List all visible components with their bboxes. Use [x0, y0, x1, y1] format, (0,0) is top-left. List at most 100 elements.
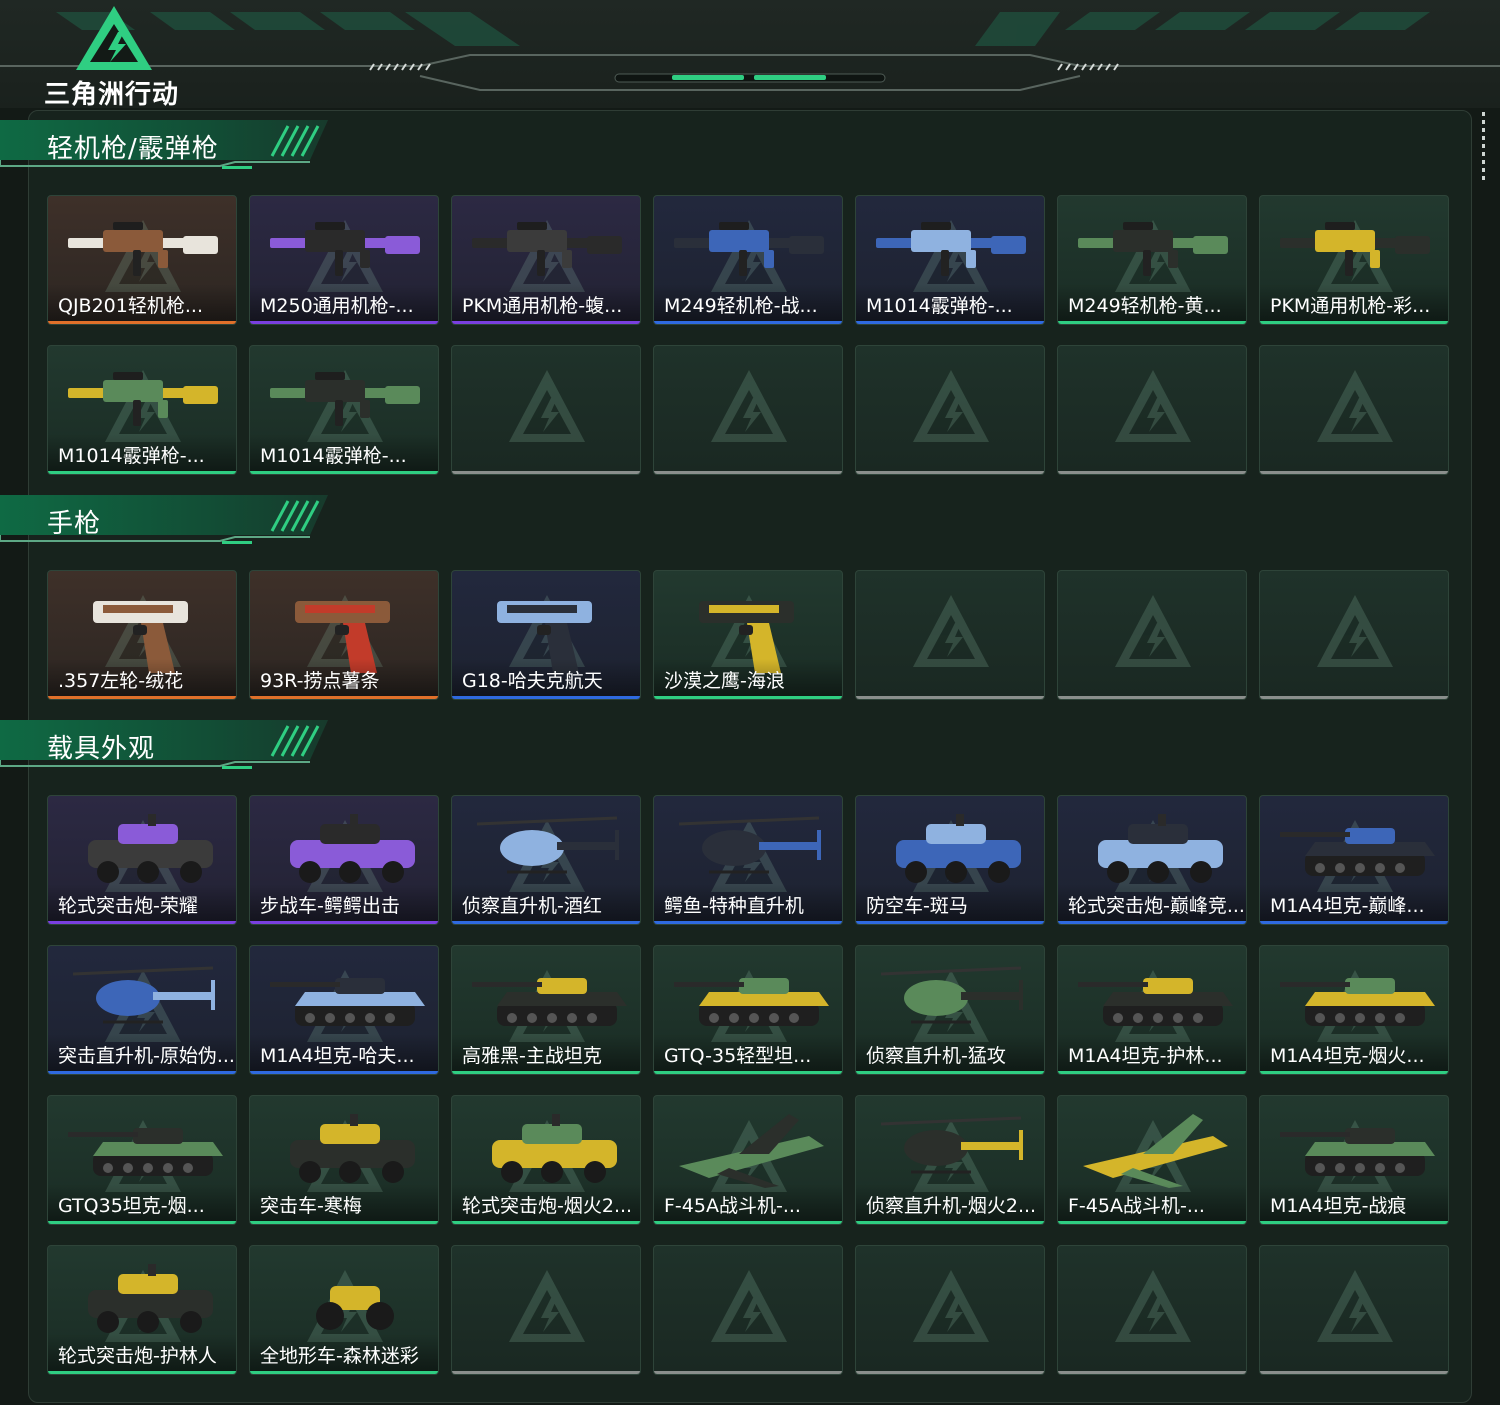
item-name: 93R-捞点薯条 — [260, 670, 380, 692]
placeholder-logo-icon — [1317, 595, 1393, 667]
weapon-thumbnail-icon — [68, 372, 218, 426]
rarity-bar — [654, 921, 842, 924]
item-card[interactable]: PKM通用机枪-彩... — [1259, 195, 1449, 325]
item-card[interactable]: M1A4坦克-烟火... — [1259, 945, 1449, 1075]
item-card[interactable]: 鳄鱼-特种直升机 — [653, 795, 843, 925]
item-card[interactable]: 侦察直升机-酒红 — [451, 795, 641, 925]
item-card[interactable]: 沙漠之鹰-海浪 — [653, 570, 843, 700]
item-card[interactable]: GTQ-35轻型坦... — [653, 945, 843, 1075]
section-header: 手枪 — [0, 495, 330, 545]
item-card[interactable]: 突击直升机-原始伪... — [47, 945, 237, 1075]
rarity-bar — [856, 921, 1044, 924]
item-card[interactable]: M249轻机枪-黄... — [1057, 195, 1247, 325]
item-card[interactable]: 全地形车-森林迷彩 — [249, 1245, 439, 1375]
rarity-bar — [48, 1221, 236, 1224]
item-name: M1A4坦克-护林... — [1068, 1045, 1223, 1067]
item-card[interactable]: 防空车-斑马 — [855, 795, 1045, 925]
fighter-jet-thumbnail-icon — [1083, 1114, 1228, 1188]
item-name: M1014霰弹枪-... — [866, 295, 1013, 317]
item-card[interactable]: M1A4坦克-巅峰... — [1259, 795, 1449, 925]
item-card[interactable]: .357左轮-绒花 — [47, 570, 237, 700]
item-card[interactable]: G18-哈夫克航天 — [451, 570, 641, 700]
section-title: 载具外观 — [47, 734, 156, 764]
placeholder-logo-icon — [913, 595, 989, 667]
section-header: 载具外观 — [0, 720, 330, 770]
fighter-jet-thumbnail-icon — [679, 1114, 824, 1188]
item-card[interactable]: M249轻机枪-战... — [653, 195, 843, 325]
item-name: F-45A战斗机-... — [1068, 1195, 1205, 1217]
vehicle-thumbnail-icon — [290, 1114, 415, 1183]
item-card[interactable]: M1014霰弹枪-... — [855, 195, 1045, 325]
item-name: M1A4坦克-巅峰... — [1270, 895, 1425, 917]
scrollbar[interactable] — [1482, 112, 1485, 180]
rarity-bar — [48, 1371, 236, 1374]
rarity-bar — [250, 1371, 438, 1374]
rarity-bar — [654, 321, 842, 324]
item-name: M1A4坦克-哈夫... — [260, 1045, 415, 1067]
item-card[interactable]: 侦察直升机-烟火2... — [855, 1095, 1045, 1225]
item-card[interactable]: 侦察直升机-猛攻 — [855, 945, 1045, 1075]
empty-slot — [1057, 570, 1247, 700]
empty-slot — [451, 1245, 641, 1375]
empty-slot — [855, 1245, 1045, 1375]
rarity-bar — [1058, 1221, 1246, 1224]
empty-slot — [1259, 1245, 1449, 1375]
weapon-thumbnail-icon — [1280, 222, 1430, 276]
item-card[interactable]: GTQ35坦克-烟... — [47, 1095, 237, 1225]
item-name: 轮式突击炮-荣耀 — [58, 895, 198, 917]
item-card[interactable]: 步战车-鳄鳄出击 — [249, 795, 439, 925]
placeholder-logo-icon — [1317, 1270, 1393, 1342]
item-card[interactable]: 93R-捞点薯条 — [249, 570, 439, 700]
section-header: 轻机枪/霰弹枪 — [0, 120, 330, 170]
item-card[interactable]: QJB201轻机枪... — [47, 195, 237, 325]
item-card[interactable]: M1014霰弹枪-... — [47, 345, 237, 475]
rarity-bar — [452, 1371, 640, 1374]
placeholder-logo-icon — [913, 370, 989, 442]
placeholder-logo-icon — [913, 1270, 989, 1342]
empty-slot — [1259, 345, 1449, 475]
item-card[interactable]: F-45A战斗机-... — [1057, 1095, 1247, 1225]
vehicle-thumbnail-icon — [492, 1114, 617, 1183]
item-name: M249轻机枪-战... — [664, 295, 818, 317]
rarity-bar — [48, 1071, 236, 1074]
rarity-bar — [250, 1221, 438, 1224]
item-name: M1014霰弹枪-... — [260, 445, 407, 467]
vehicle-thumbnail-icon — [290, 814, 415, 883]
helicopter-thumbnail-icon — [476, 816, 619, 874]
item-name: 高雅黑-主战坦克 — [462, 1045, 602, 1067]
rarity-bar — [48, 921, 236, 924]
item-card[interactable]: M250通用机枪-... — [249, 195, 439, 325]
item-card[interactable]: 轮式突击炮-巅峰竞... — [1057, 795, 1247, 925]
logo-text: 三角洲行动 — [44, 80, 180, 110]
item-card[interactable]: 突击车-寒梅 — [249, 1095, 439, 1225]
item-card[interactable]: M1A4坦克-战痕 — [1259, 1095, 1449, 1225]
rarity-bar — [48, 696, 236, 699]
item-name: 轮式突击炮-巅峰竞... — [1068, 895, 1244, 917]
empty-slot — [855, 570, 1045, 700]
rarity-bar — [1058, 1071, 1246, 1074]
item-card[interactable]: M1A4坦克-护林... — [1057, 945, 1247, 1075]
item-card[interactable]: 轮式突击炮-护林人 — [47, 1245, 237, 1375]
vehicle-thumbnail-icon — [88, 1264, 213, 1333]
item-card[interactable]: 轮式突击炮-烟火2... — [451, 1095, 641, 1225]
rarity-bar — [1260, 321, 1448, 324]
tank-thumbnail-icon — [270, 978, 425, 1026]
item-card[interactable]: PKM通用机枪-蝮... — [451, 195, 641, 325]
item-name: M1A4坦克-烟火... — [1270, 1045, 1425, 1067]
tank-thumbnail-icon — [674, 978, 829, 1026]
item-card[interactable]: 轮式突击炮-荣耀 — [47, 795, 237, 925]
rarity-bar — [1260, 696, 1448, 699]
item-card[interactable]: M1A4坦克-哈夫... — [249, 945, 439, 1075]
rarity-bar — [856, 696, 1044, 699]
tank-thumbnail-icon — [1280, 1128, 1435, 1176]
item-card[interactable]: M1014霰弹枪-... — [249, 345, 439, 475]
item-card[interactable]: F-45A战斗机-... — [653, 1095, 843, 1225]
placeholder-logo-icon — [1115, 595, 1191, 667]
tank-thumbnail-icon — [68, 1128, 223, 1176]
item-name: 鳄鱼-特种直升机 — [664, 895, 804, 917]
rarity-bar — [452, 471, 640, 474]
item-name: GTQ-35轻型坦... — [664, 1045, 812, 1067]
item-card[interactable]: 高雅黑-主战坦克 — [451, 945, 641, 1075]
rarity-bar — [452, 1221, 640, 1224]
header-decoration — [0, 12, 1500, 91]
